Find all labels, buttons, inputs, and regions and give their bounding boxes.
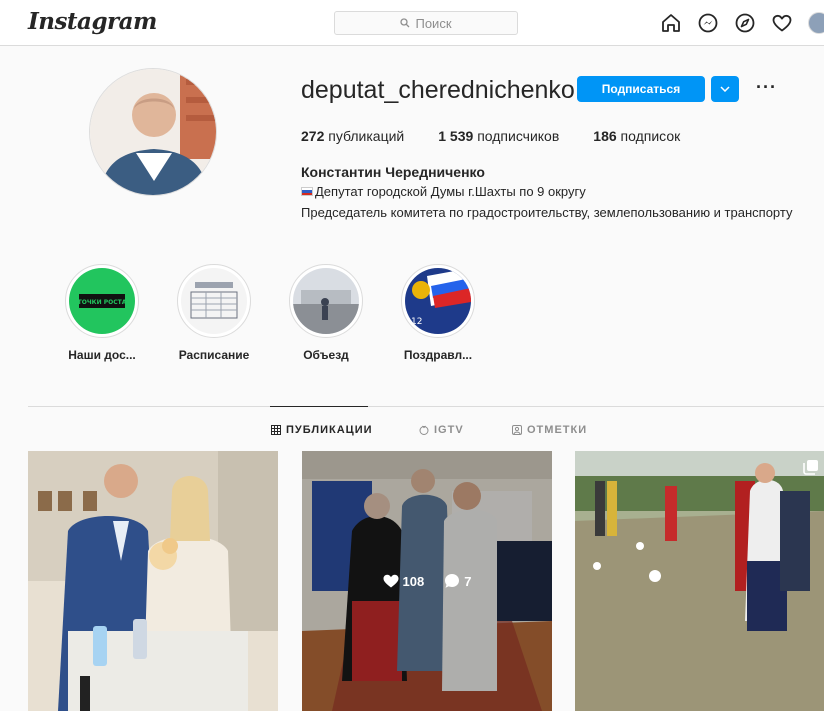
highlight-ring: ТОЧКИ РОСТА xyxy=(65,264,139,338)
stat-followers-count: 1 539 xyxy=(438,128,474,144)
post-thumbnail[interactable]: 108 7 xyxy=(302,451,552,711)
profile-bio-line1: Депутат городской Думы г.Шахты по 9 окру… xyxy=(301,184,586,199)
highlight-cover-text: ТОЧКИ РОСТА xyxy=(78,299,127,306)
messenger-icon[interactable] xyxy=(697,12,719,34)
profile-full-name: Константин Чередниченко xyxy=(301,164,485,180)
stat-following-count: 186 xyxy=(593,128,617,144)
highlight-item[interactable]: Расписание xyxy=(169,264,259,362)
stat-following[interactable]: 186 подписок xyxy=(593,128,680,144)
profile-avatar xyxy=(89,68,217,196)
explore-compass-icon[interactable] xyxy=(734,12,756,34)
comment-bubble-icon xyxy=(445,574,460,588)
tab-igtv[interactable]: IGTV xyxy=(419,424,464,436)
highlight-ring xyxy=(289,264,363,338)
highlight-ring xyxy=(177,264,251,338)
tab-tagged-label: ОТМЕТКИ xyxy=(527,424,588,436)
profile-username: deputat_cherednichenko xyxy=(301,76,575,104)
carousel-icon xyxy=(803,459,819,480)
home-icon[interactable] xyxy=(660,12,682,34)
active-tab-indicator xyxy=(270,406,368,407)
search-input[interactable]: Поиск xyxy=(334,11,518,35)
highlight-label: Расписание xyxy=(178,348,250,362)
highlight-item[interactable]: ТОЧКИ РОСТА Наши дос... xyxy=(57,264,147,362)
highlight-label: Поздравл... xyxy=(403,348,473,362)
stat-posts: 272 публикаций xyxy=(301,128,404,144)
top-nav-bar: Instagram Поиск xyxy=(0,0,824,46)
follow-button[interactable]: Подписаться xyxy=(577,76,705,102)
search-icon xyxy=(400,18,410,28)
more-options-icon[interactable]: ··· xyxy=(756,78,777,96)
highlight-item[interactable]: 12 Поздравл... xyxy=(393,264,483,362)
highlight-label: Наши дос... xyxy=(68,348,136,362)
heart-filled-icon xyxy=(383,574,399,588)
russia-flag-icon xyxy=(301,187,313,196)
tagged-icon xyxy=(512,425,522,435)
comments-count: 7 xyxy=(444,573,471,589)
highlight-cover-text: 12 xyxy=(411,317,422,327)
stat-posts-label: публикаций xyxy=(328,128,405,144)
tab-posts[interactable]: ПУБЛИКАЦИИ xyxy=(271,424,373,436)
profile-stats: 272 публикаций 1 539 подписчиков 186 под… xyxy=(301,128,714,144)
post-thumbnail[interactable] xyxy=(28,451,278,711)
post-thumbnail[interactable] xyxy=(575,451,824,711)
suggested-dropdown-button[interactable] xyxy=(711,76,739,102)
tab-posts-label: ПУБЛИКАЦИИ xyxy=(286,424,373,436)
stat-followers[interactable]: 1 539 подписчиков xyxy=(438,128,559,144)
nav-icons xyxy=(645,12,824,34)
bio-line1-text: Депутат городской Думы г.Шахты по 9 окру… xyxy=(315,184,586,199)
profile-bio-line2: Председатель комитета по градостроительс… xyxy=(301,205,793,220)
search-placeholder: Поиск xyxy=(415,15,452,31)
igtv-icon xyxy=(419,425,429,435)
highlight-cover xyxy=(293,268,359,334)
activity-heart-icon[interactable] xyxy=(771,12,793,34)
stat-posts-count: 272 xyxy=(301,128,325,144)
stat-followers-label: подписчиков xyxy=(477,128,560,144)
tabs-divider xyxy=(28,406,824,407)
user-avatar[interactable] xyxy=(808,12,824,34)
grid-icon xyxy=(271,425,281,435)
stat-following-label: подписок xyxy=(620,128,681,144)
highlight-label: Объезд xyxy=(303,348,349,362)
tab-tagged[interactable]: ОТМЕТКИ xyxy=(512,424,587,436)
highlight-ring: 12 xyxy=(401,264,475,338)
tab-igtv-label: IGTV xyxy=(434,424,464,436)
likes-count: 108 xyxy=(383,573,425,589)
highlight-cover: ТОЧКИ РОСТА xyxy=(69,268,135,334)
likes-value: 108 xyxy=(402,573,425,589)
instagram-logo[interactable]: Instagram xyxy=(28,8,157,35)
highlight-cover: 12 xyxy=(405,268,471,334)
highlight-cover xyxy=(181,268,247,334)
post-hover-overlay: 108 7 xyxy=(302,451,552,711)
chevron-down-icon xyxy=(720,86,730,92)
highlight-item[interactable]: Объезд xyxy=(281,264,371,362)
comments-value: 7 xyxy=(464,573,472,589)
